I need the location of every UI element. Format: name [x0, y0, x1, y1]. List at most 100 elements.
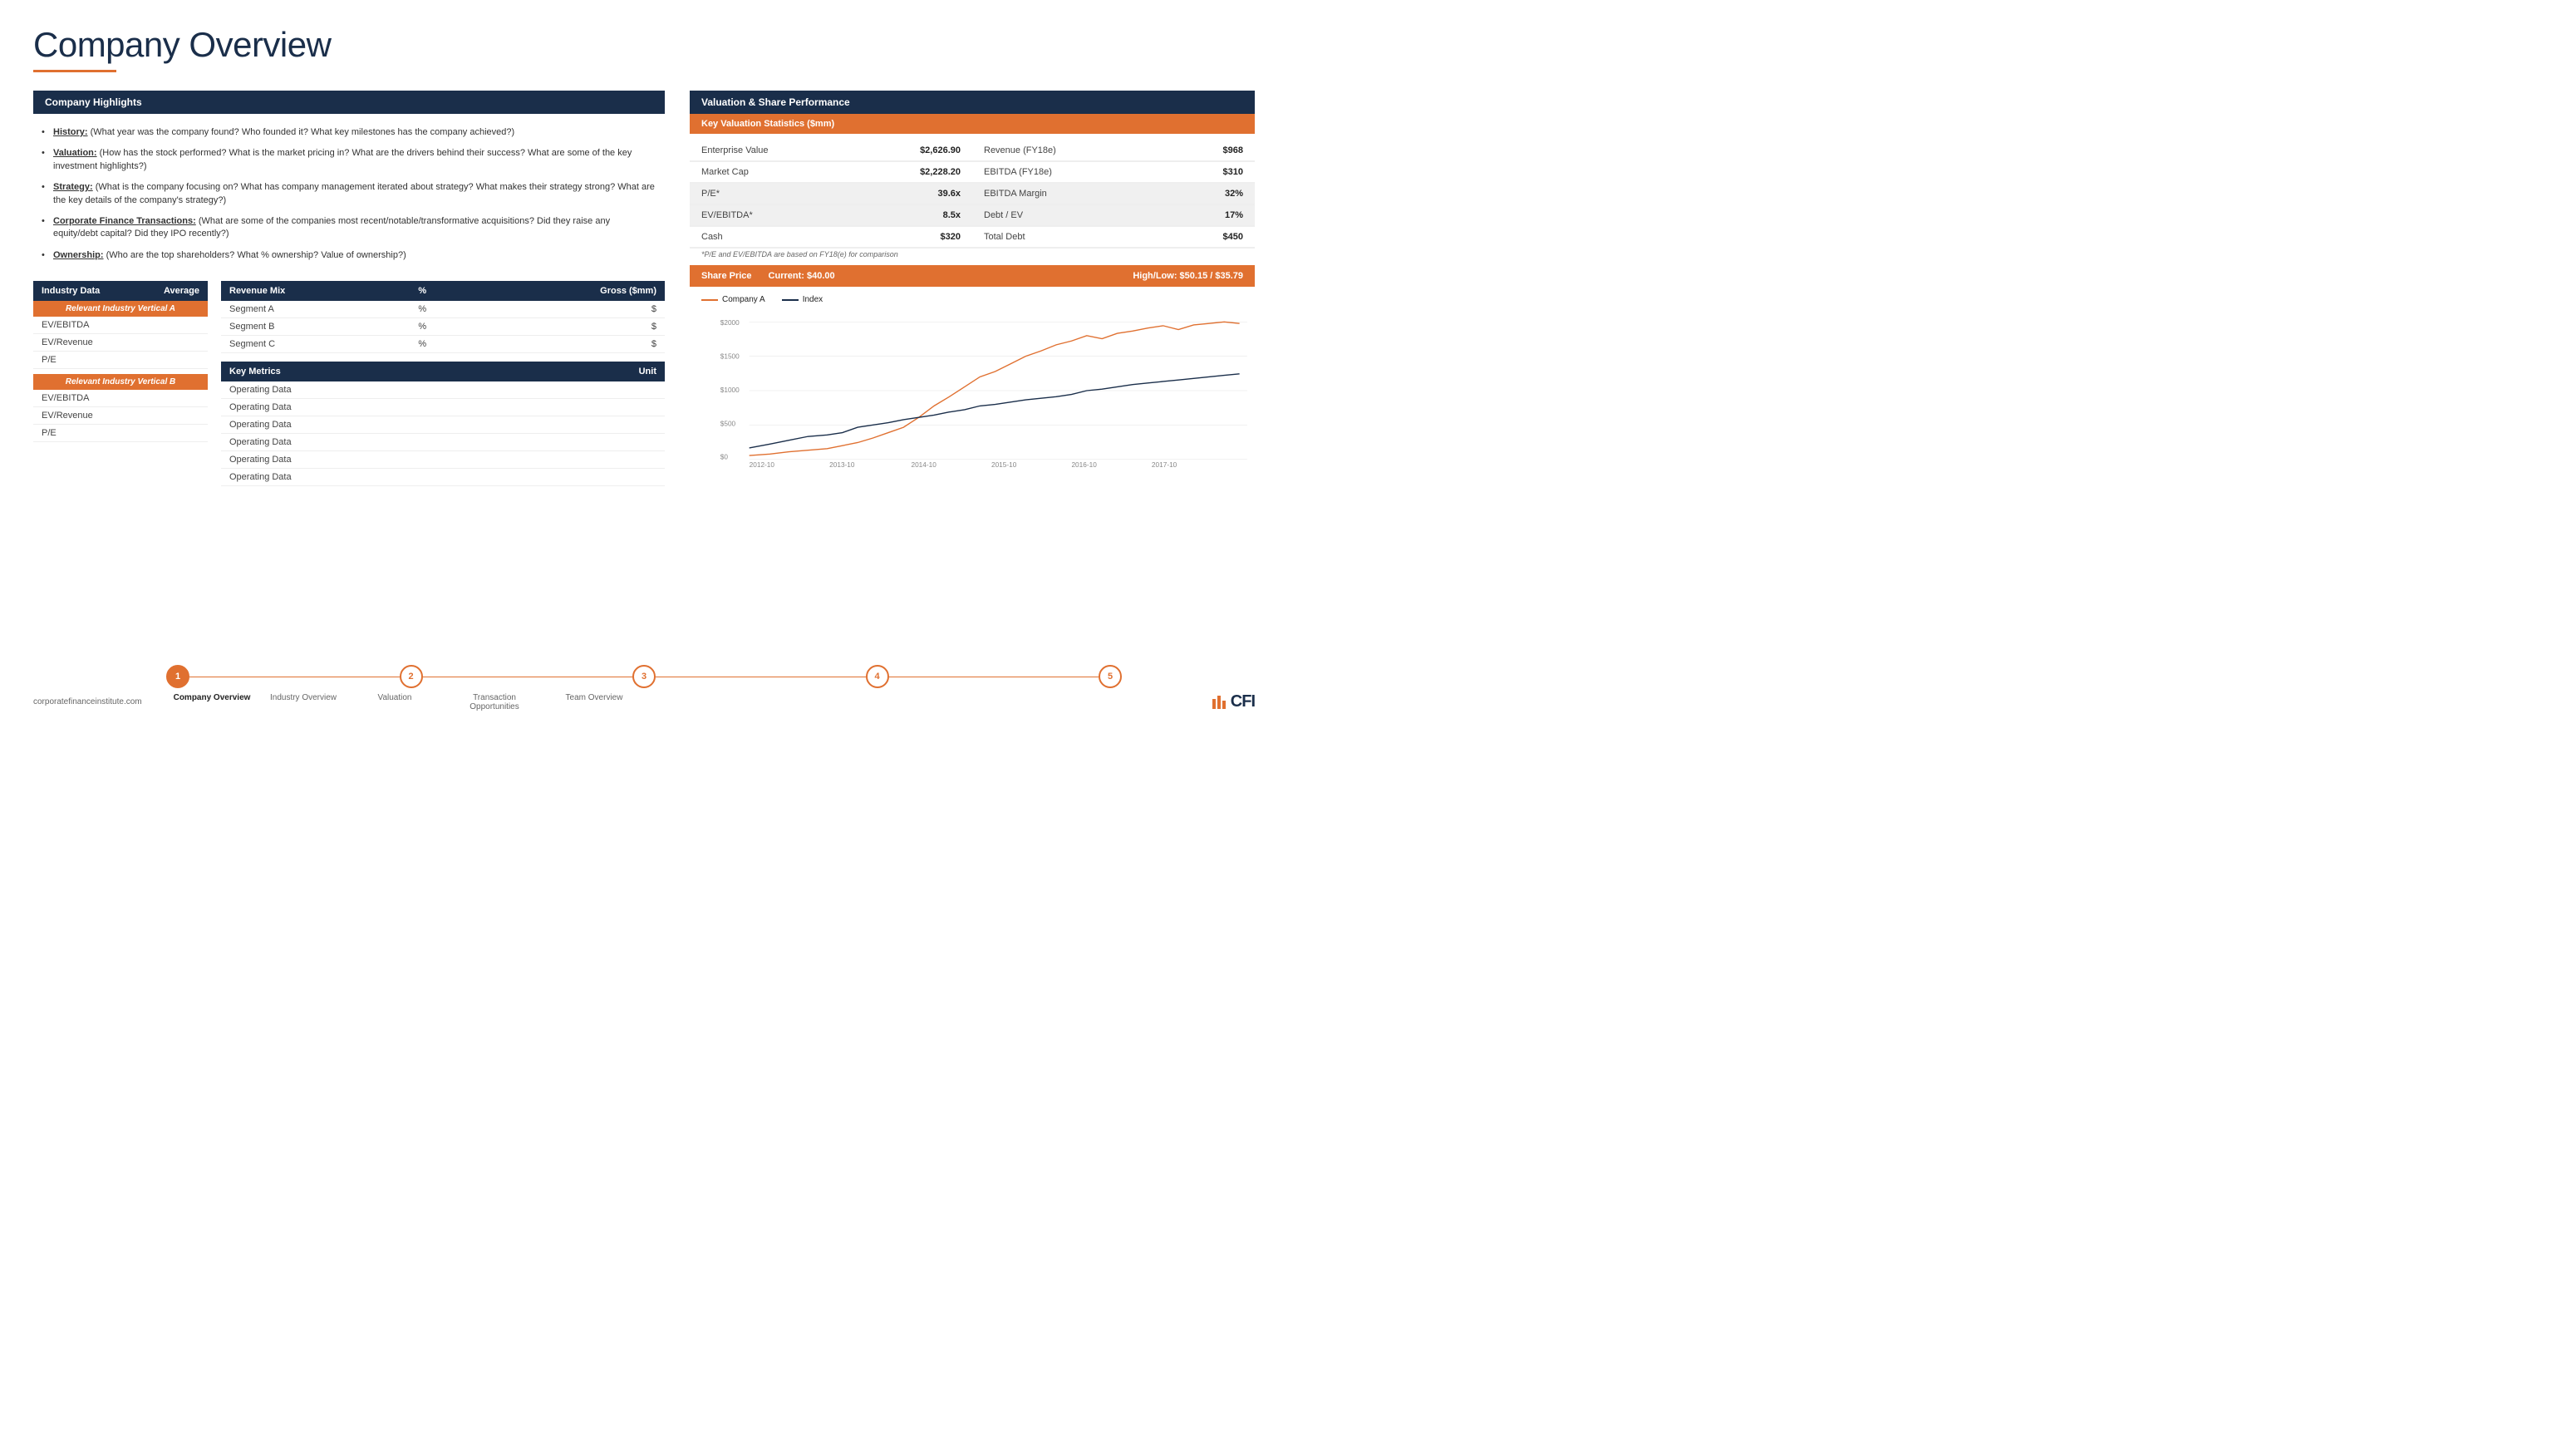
chart-legend: Company A Index: [690, 293, 1255, 308]
val-revenue-fy18e: Revenue (FY18e) $968: [972, 140, 1255, 161]
metric-1-unit: [529, 381, 665, 399]
nav-step-1[interactable]: 1: [166, 665, 189, 688]
share-price-label: Share Price: [701, 271, 752, 281]
legend-label-company-a: Company A: [722, 295, 765, 304]
val-cash: Cash $320: [690, 227, 972, 248]
left-panel: Company Highlights History: (What year w…: [33, 91, 665, 486]
metric-6-unit: [529, 469, 665, 486]
ind-row-b3: P/E: [33, 425, 208, 442]
industry-data-section: Industry Data Average Relevant Industry …: [33, 281, 208, 486]
footer-nav: 1 2 3 4 5 Company Overview Industry Over…: [166, 665, 1122, 711]
seg-a-pct: %: [410, 301, 474, 318]
table-row: Operating Data: [221, 434, 665, 451]
svg-text:$0: $0: [720, 454, 729, 461]
val-enterprise-value: Enterprise Value $2,626.90: [690, 140, 972, 161]
title-underline: [33, 70, 116, 72]
footer-url: corporatefinanceinstitute.com: [33, 697, 142, 706]
table-row: Segment A % $: [221, 301, 665, 318]
val-stat-row-5: Cash $320 Total Debt $450: [690, 227, 1255, 249]
nav-labels: Company Overview Industry Overview Valua…: [166, 693, 1122, 711]
chart-area: $2000 $1500 $1000 $500 $0 2012-10 2013-1…: [690, 308, 1255, 474]
right-panel: Valuation & Share Performance Key Valuat…: [690, 91, 1255, 486]
share-price-bar: Share Price Current: $40.00 High/Low: $5…: [690, 265, 1255, 287]
svg-text:2015-10: 2015-10: [991, 461, 1017, 469]
seg-b-label: Segment B: [221, 318, 410, 336]
highlight-text-history: (What year was the company found? Who fo…: [91, 127, 515, 137]
metric-2: Operating Data: [221, 399, 529, 416]
key-metrics-header: Key Metrics Unit: [221, 362, 665, 381]
svg-text:2016-10: 2016-10: [1071, 461, 1097, 469]
rev-col-segment: Revenue Mix: [221, 281, 410, 301]
svg-text:2014-10: 2014-10: [911, 461, 937, 469]
highlight-text-strategy: (What is the company focusing on? What h…: [53, 182, 655, 204]
seg-b-gross: $: [474, 318, 665, 336]
val-stat-row-1: Enterprise Value $2,626.90 Revenue (FY18…: [690, 140, 1255, 162]
highlights-list: History: (What year was the company foun…: [33, 122, 665, 266]
svg-text:$500: $500: [720, 420, 736, 427]
svg-text:$1000: $1000: [720, 386, 740, 394]
val-footnote: *P/E and EV/EBITDA are based on FY18(e) …: [690, 249, 1255, 265]
share-price-current: Current: $40.00: [769, 271, 835, 281]
table-row: Operating Data: [221, 451, 665, 469]
footer-logo: CFI: [1212, 692, 1255, 711]
legend-item-company-a: Company A: [701, 295, 765, 304]
table-row: Operating Data: [221, 381, 665, 399]
nav-step-2[interactable]: 2: [400, 665, 423, 688]
valuation-stats: Enterprise Value $2,626.90 Revenue (FY18…: [690, 140, 1255, 249]
bottom-left: Industry Data Average Relevant Industry …: [33, 281, 665, 486]
industry-data-header: Industry Data Average: [33, 281, 208, 301]
highlight-text-ownership: (Who are the top shareholders? What % ow…: [106, 250, 406, 260]
nav-step-4[interactable]: 4: [866, 665, 889, 688]
seg-a-gross: $: [474, 301, 665, 318]
seg-c-gross: $: [474, 336, 665, 353]
metrics-col-unit: Unit: [529, 362, 665, 381]
svg-text:2017-10: 2017-10: [1152, 461, 1177, 469]
nav-step-5[interactable]: 5: [1099, 665, 1122, 688]
val-ebitda-fy18e: EBITDA (FY18e) $310: [972, 162, 1255, 183]
table-row: Operating Data: [221, 416, 665, 434]
share-price-highlow: High/Low: $50.15 / $35.79: [1133, 271, 1243, 281]
table-row: Segment C % $: [221, 336, 665, 353]
metrics-col-label: Key Metrics: [221, 362, 529, 381]
ind-row-a3: P/E: [33, 352, 208, 369]
ind-row-b1: EV/EBITDA: [33, 390, 208, 407]
metric-4-unit: [529, 434, 665, 451]
ind-row-a1: EV/EBITDA: [33, 317, 208, 334]
cfi-bar-1: [1212, 699, 1216, 709]
seg-a-label: Segment A: [221, 301, 410, 318]
nav-step-3[interactable]: 3: [632, 665, 656, 688]
nav-label-2: Industry Overview: [258, 693, 349, 711]
ind-row-b2: EV/Revenue: [33, 407, 208, 425]
seg-b-pct: %: [410, 318, 474, 336]
share-price-chart: $2000 $1500 $1000 $500 $0 2012-10 2013-1…: [690, 308, 1255, 474]
page-title: Company Overview: [33, 25, 1255, 65]
svg-text:$2000: $2000: [720, 319, 740, 327]
highlight-label-valuation: Valuation:: [53, 148, 97, 158]
highlight-label-history: History:: [53, 127, 88, 137]
metric-1: Operating Data: [221, 381, 529, 399]
cfi-logo-text: CFI: [1231, 692, 1255, 711]
svg-text:2013-10: 2013-10: [829, 461, 855, 469]
industry-data-average: Average: [164, 286, 199, 296]
revenue-mix-table: Revenue Mix % Gross ($mm) Segment A % $: [221, 281, 665, 353]
list-item: Strategy: (What is the company focusing …: [42, 177, 656, 211]
val-pe: P/E* 39.6x: [690, 184, 972, 204]
list-item: Valuation: (How has the stock performed?…: [42, 143, 656, 177]
highlight-text-valuation: (How has the stock performed? What is th…: [53, 148, 632, 170]
legend-label-index: Index: [803, 295, 823, 304]
vertical-b-header: Relevant Industry Vertical B: [33, 374, 208, 390]
vertical-a-header: Relevant Industry Vertical A: [33, 301, 208, 317]
val-stat-row-2: Market Cap $2,228.20 EBITDA (FY18e) $310: [690, 162, 1255, 184]
table-row: Segment B % $: [221, 318, 665, 336]
nav-timeline: 1 2 3 4 5: [166, 665, 1122, 688]
seg-c-label: Segment C: [221, 336, 410, 353]
nav-label-4: TransactionOpportunities: [440, 693, 548, 711]
nav-label-5: Team Overview: [548, 693, 640, 711]
cfi-bar-2: [1217, 696, 1221, 709]
cfi-bar-3: [1222, 701, 1226, 709]
val-ev-ebitda: EV/EBITDA* 8.5x: [690, 205, 972, 226]
metric-3: Operating Data: [221, 416, 529, 434]
cfi-bars-icon: [1212, 696, 1226, 709]
revenue-metrics-section: Revenue Mix % Gross ($mm) Segment A % $: [221, 281, 665, 486]
highlight-label-cft: Corporate Finance Transactions:: [53, 216, 196, 226]
